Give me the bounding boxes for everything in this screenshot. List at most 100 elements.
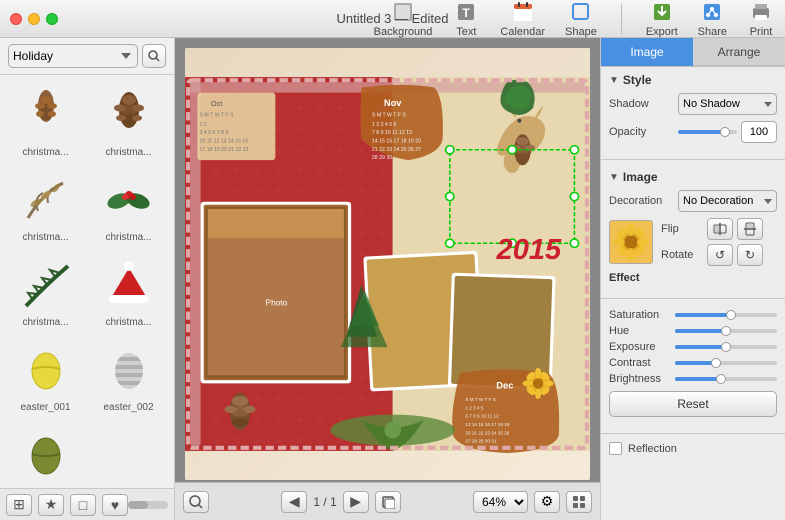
list-item[interactable]: christma...	[6, 251, 85, 332]
decoration-row: Decoration No Decoration	[609, 190, 777, 212]
list-item[interactable]: easter_003	[6, 421, 85, 488]
exposure-fill	[675, 345, 726, 349]
settings-button[interactable]: ⚙	[534, 491, 560, 513]
opacity-slider[interactable]	[678, 130, 737, 134]
sidebar: Holiday christma... christma...	[0, 38, 175, 520]
list-item[interactable]: christma...	[89, 81, 168, 162]
svg-text:1 2: 1 2	[200, 122, 207, 128]
scrapbook-canvas[interactable]: Oct S M T W T F S 1 2 3 4 5 6 7 8 9 10 1…	[185, 48, 590, 480]
contrast-label: Contrast	[609, 357, 671, 369]
svg-text:Oct: Oct	[211, 99, 222, 108]
flip-horizontal-button[interactable]	[707, 218, 733, 240]
saturation-fill	[675, 313, 731, 317]
list-item[interactable]: easter_001	[6, 336, 85, 417]
svg-text:2015: 2015	[496, 234, 562, 266]
divider-2	[601, 298, 785, 299]
panel-tabs: Image Arrange	[601, 38, 785, 67]
flip-rotate-controls: Flip Rotate ↺ ↻	[661, 218, 777, 266]
triangle-icon-2: ▼	[609, 172, 619, 183]
search-button[interactable]	[142, 44, 166, 68]
list-item[interactable]: christma...	[89, 251, 168, 332]
saturation-label: Saturation	[609, 309, 671, 321]
export-button[interactable]: Export	[646, 0, 678, 38]
item-image	[99, 340, 159, 400]
opacity-input[interactable]: 100	[741, 121, 777, 143]
divider-1	[601, 159, 785, 160]
zoom-select[interactable]: 64%	[473, 491, 528, 513]
list-item[interactable]: christma...	[89, 166, 168, 247]
svg-text:21 22 23 24 25 26 27: 21 22 23 24 25 26 27	[372, 147, 421, 153]
reflection-checkbox[interactable]	[609, 442, 622, 455]
square-view-button[interactable]: □	[70, 494, 96, 516]
svg-text:T: T	[463, 6, 471, 20]
hue-row: Hue	[609, 325, 777, 337]
hue-slider[interactable]	[675, 329, 777, 333]
maximize-button[interactable]	[46, 13, 58, 25]
shadow-select[interactable]: No Shadow	[678, 93, 777, 115]
traffic-lights	[10, 13, 58, 25]
sidebar-view-buttons: ⊞ ★ □ ♥	[6, 494, 128, 516]
grid-view-button[interactable]: ⊞	[6, 494, 32, 516]
tab-arrange[interactable]: Arrange	[693, 38, 785, 66]
reset-button[interactable]: Reset	[609, 391, 777, 417]
item-image	[16, 425, 76, 485]
contrast-slider[interactable]	[675, 361, 777, 365]
svg-text:Photo: Photo	[266, 298, 288, 308]
list-item[interactable]: christma...	[6, 166, 85, 247]
rotate-right-button[interactable]: ↻	[737, 244, 763, 266]
flip-vertical-button[interactable]	[737, 218, 763, 240]
flip-label: Flip	[661, 223, 703, 235]
share-button[interactable]: Share	[698, 0, 727, 38]
style-section: ▼ Style Shadow No Shadow Opacity 100	[601, 67, 785, 155]
minimize-button[interactable]	[28, 13, 40, 25]
calendar-button[interactable]: Calendar	[500, 0, 545, 38]
svg-text:S M T W T F S: S M T W T F S	[200, 113, 234, 119]
heart-filter-button[interactable]: ♥	[102, 494, 128, 516]
brightness-slider[interactable]	[675, 377, 777, 381]
scroll-thumb	[128, 501, 148, 509]
canvas-content[interactable]: Oct S M T W T F S 1 2 3 4 5 6 7 8 9 10 1…	[185, 48, 590, 480]
svg-text:Dec: Dec	[496, 381, 513, 391]
opacity-label: Opacity	[609, 126, 674, 138]
list-item[interactable]: christma...	[6, 81, 85, 162]
saturation-knob	[726, 310, 736, 320]
exposure-row: Exposure	[609, 341, 777, 353]
item-label: christma...	[105, 147, 151, 158]
prev-page-button[interactable]: ◀	[281, 491, 307, 513]
flip-row: Flip	[661, 218, 777, 240]
star-filter-button[interactable]: ★	[38, 494, 64, 516]
svg-text:1 2 3 4 5: 1 2 3 4 5	[465, 405, 484, 410]
print-button[interactable]: Print	[747, 0, 775, 38]
list-item[interactable]: easter_002	[89, 336, 168, 417]
pages-button[interactable]	[375, 491, 401, 513]
shadow-row: Shadow No Shadow	[609, 93, 777, 115]
svg-text:20 21 22 23 24 25 26: 20 21 22 23 24 25 26	[465, 430, 509, 435]
reflection-label: Reflection	[628, 443, 677, 455]
text-button[interactable]: T Text	[452, 0, 480, 38]
item-label: easter_002	[103, 402, 153, 413]
exposure-slider[interactable]	[675, 345, 777, 349]
sidebar-header: Holiday	[0, 38, 174, 75]
shape-icon	[567, 0, 595, 24]
shape-button[interactable]: Shape	[565, 0, 597, 38]
item-label: christma...	[22, 147, 68, 158]
image-thumbnail	[609, 220, 653, 264]
zoom-in-button[interactable]	[183, 491, 209, 513]
hue-fill	[675, 329, 726, 333]
sliders-section: Saturation Hue Exposure	[601, 303, 785, 429]
svg-text:27 28 29 30 31: 27 28 29 30 31	[465, 439, 496, 444]
exposure-knob	[721, 342, 731, 352]
tab-image[interactable]: Image	[601, 38, 693, 66]
text-icon: T	[452, 0, 480, 24]
next-page-button[interactable]: ▶	[343, 491, 369, 513]
close-button[interactable]	[10, 13, 22, 25]
decoration-select[interactable]: No Decoration	[678, 190, 777, 212]
layout-button[interactable]	[566, 491, 592, 513]
horizontal-scrollbar[interactable]	[128, 501, 168, 509]
rotate-left-button[interactable]: ↺	[707, 244, 733, 266]
saturation-slider[interactable]	[675, 313, 777, 317]
export-icon	[648, 0, 676, 24]
rotate-label: Rotate	[661, 249, 703, 261]
category-select[interactable]: Holiday	[8, 44, 138, 68]
toolbar-divider	[621, 4, 622, 34]
